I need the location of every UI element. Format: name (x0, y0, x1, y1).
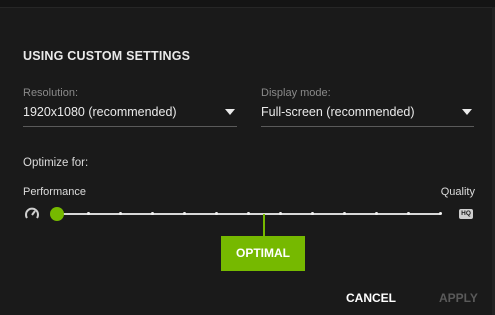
display-mode-dropdown[interactable]: Display mode: Full-screen (recommended) (261, 87, 474, 127)
slider-tick (406, 212, 410, 215)
slider-tick (310, 212, 314, 215)
resolution-value: 1920x1080 (recommended) (23, 105, 177, 119)
display-mode-value: Full-screen (recommended) (261, 105, 415, 119)
hq-icon: HQ (459, 209, 473, 219)
resolution-select[interactable]: 1920x1080 (recommended) (23, 104, 237, 127)
slider-tick (342, 212, 346, 215)
slider-tick (247, 212, 250, 215)
top-bar (0, 0, 495, 8)
resolution-label: Resolution: (23, 87, 79, 99)
chevron-down-icon[interactable] (225, 109, 235, 115)
slider-tick (438, 212, 442, 215)
slider-tick (278, 212, 282, 215)
optimal-button[interactable]: OPTIMAL (221, 236, 305, 271)
display-mode-select[interactable]: Full-screen (recommended) (261, 104, 474, 127)
display-mode-label: Display mode: (261, 87, 331, 99)
performance-label: Performance (23, 186, 86, 198)
resolution-dropdown[interactable]: Resolution: 1920x1080 (recommended) (23, 87, 237, 127)
optimize-for-label: Optimize for: (23, 157, 89, 169)
optimal-marker-line (263, 214, 265, 236)
speedometer-icon (25, 207, 39, 219)
apply-button[interactable]: APPLY (439, 291, 478, 305)
slider-tick (374, 212, 378, 215)
slider-thumb[interactable] (50, 207, 64, 221)
chevron-down-icon[interactable] (462, 109, 472, 115)
cancel-button[interactable]: CANCEL (346, 291, 396, 305)
page-title: USING CUSTOM SETTINGS (23, 49, 191, 63)
quality-label: Quality (440, 186, 475, 198)
